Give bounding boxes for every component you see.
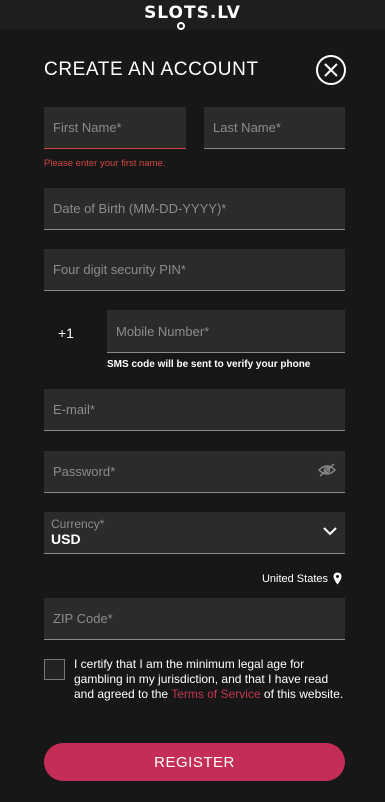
map-pin-icon — [333, 572, 342, 585]
mobile-number-placeholder: Mobile Number* — [116, 323, 210, 339]
site-logo[interactable]: SLOTS.LV — [0, 3, 385, 23]
zip-code-placeholder: ZIP Code* — [53, 611, 113, 626]
currency-label: Currency* — [51, 517, 105, 531]
sms-note: SMS code will be sent to verify your pho… — [107, 359, 311, 370]
page-title: CREATE AN ACCOUNT — [44, 59, 259, 80]
last-name-placeholder: Last Name* — [213, 120, 281, 135]
last-name-field[interactable]: Last Name* — [204, 107, 345, 149]
location-text: United States — [261, 572, 328, 585]
mobile-number-field[interactable]: Mobile Number* — [107, 310, 345, 353]
email-field[interactable]: E-mail* — [44, 389, 345, 431]
close-button[interactable] — [316, 55, 346, 85]
certify-text-after: of this website. — [260, 687, 344, 701]
first-name-placeholder: First Name* — [53, 120, 122, 135]
toggle-password-visibility-icon[interactable] — [317, 463, 337, 480]
zip-code-field[interactable]: ZIP Code* — [44, 598, 345, 640]
logo-decoration — [177, 22, 185, 30]
pin-placeholder: Four digit security PIN* — [53, 262, 186, 277]
certify-checkbox[interactable] — [44, 659, 65, 680]
currency-value: USD — [51, 531, 81, 547]
close-icon — [324, 63, 338, 77]
terms-of-service-link[interactable]: Terms of Service — [171, 687, 260, 701]
register-button[interactable]: REGISTER — [44, 743, 345, 781]
certify-text: I certify that I am the minimum legal ag… — [74, 657, 348, 702]
first-name-error: Please enter your first name. — [44, 158, 166, 169]
dob-placeholder: Date of Birth (MM-DD-YYYY)* — [53, 201, 227, 216]
country-code[interactable]: +1 — [58, 325, 74, 341]
first-name-field[interactable]: First Name* — [44, 107, 186, 149]
location-indicator[interactable]: United States — [262, 572, 342, 585]
password-placeholder: Password* — [53, 464, 116, 479]
chevron-down-icon[interactable] — [322, 526, 338, 536]
dob-field[interactable]: Date of Birth (MM-DD-YYYY)* — [44, 188, 345, 230]
email-placeholder: E-mail* — [53, 402, 95, 417]
pin-field[interactable]: Four digit security PIN* — [44, 249, 345, 291]
password-field[interactable]: Password* — [44, 451, 345, 493]
